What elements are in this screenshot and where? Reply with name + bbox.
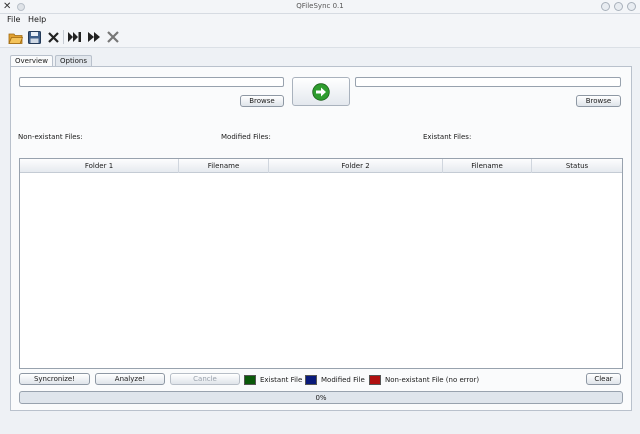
go-arrow-icon: [312, 82, 330, 101]
title-bar: ✕ QFileSync 0.1: [0, 0, 640, 14]
disabled-tool-icon[interactable]: [105, 29, 121, 45]
table-header: Folder 1 Filename Folder 2 Filename Stat…: [20, 159, 622, 173]
non-existant-legend-label: Non-existant File (no error): [385, 376, 480, 384]
maximize-icon[interactable]: [614, 2, 623, 11]
folder1-path-input[interactable]: [19, 77, 284, 87]
open-folder-icon[interactable]: [7, 29, 23, 45]
fast-forward-icon[interactable]: [86, 29, 102, 45]
file-table[interactable]: Folder 1 Filename Folder 2 Filename Stat…: [19, 158, 623, 369]
close-icon[interactable]: [45, 29, 61, 45]
column-folder2[interactable]: Folder 2: [269, 159, 443, 173]
toolbar: [0, 26, 640, 48]
browse-folder1-button[interactable]: Browse: [240, 95, 284, 107]
cancel-button[interactable]: Cancle: [170, 373, 240, 385]
overview-panel: Browse Browse Non-existant Files: Modifi…: [10, 66, 632, 411]
analyze-button[interactable]: Analyze!: [95, 373, 165, 385]
modified-legend-label: Modified File: [321, 376, 365, 384]
existant-legend-label: Existant File: [260, 376, 303, 384]
existant-color-swatch: [244, 375, 256, 385]
skip-forward-icon[interactable]: [67, 29, 83, 45]
column-folder1[interactable]: Folder 1: [20, 159, 179, 173]
menu-file[interactable]: File: [7, 15, 20, 24]
syncronize-button[interactable]: Syncronize!: [19, 373, 90, 385]
progress-bar: 0%: [19, 391, 623, 404]
menu-bar: File Help: [0, 14, 640, 26]
toolbar-separator: [63, 30, 64, 44]
non-existant-files-label: Non-existant Files:: [18, 133, 83, 141]
existant-files-label: Existant Files:: [423, 133, 472, 141]
clear-button[interactable]: Clear: [586, 373, 621, 385]
modified-files-label: Modified Files:: [221, 133, 271, 141]
save-icon[interactable]: [26, 29, 42, 45]
compare-button[interactable]: [292, 77, 350, 106]
window-title: QFileSync 0.1: [296, 2, 344, 10]
column-filename1[interactable]: Filename: [179, 159, 269, 173]
minimize-icon[interactable]: [601, 2, 610, 11]
column-status[interactable]: Status: [532, 159, 622, 173]
column-filename2[interactable]: Filename: [443, 159, 532, 173]
close-window-icon[interactable]: [627, 2, 636, 11]
browse-folder2-button[interactable]: Browse: [576, 95, 621, 107]
folder2-path-input[interactable]: [355, 77, 621, 87]
modified-color-swatch: [305, 375, 317, 385]
progress-text: 0%: [315, 393, 327, 402]
non-existant-color-swatch: [369, 375, 381, 385]
menu-help[interactable]: Help: [28, 15, 46, 24]
